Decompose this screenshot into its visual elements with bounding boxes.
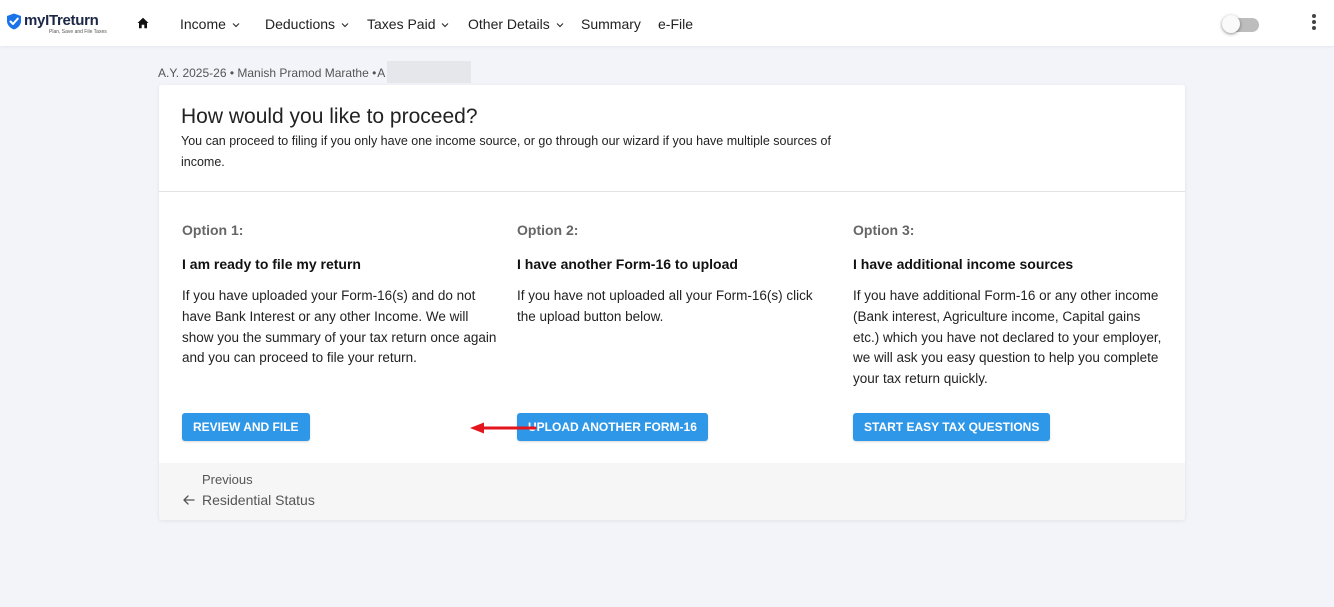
kebab-menu-icon[interactable]: [1306, 14, 1322, 34]
option-3: Option 3: I have additional income sourc…: [853, 222, 1168, 390]
previous-label: Previous: [202, 472, 253, 487]
nav-e-file[interactable]: e-File: [658, 16, 693, 32]
brand-name: myITreturn: [24, 12, 99, 29]
breadcrumb-redacted-initial: A: [377, 66, 386, 80]
page-subtitle: You can proceed to filing if you only ha…: [181, 134, 831, 169]
option-label: Option 3:: [853, 222, 915, 238]
review-and-file-button[interactable]: REVIEW AND FILE: [182, 413, 310, 441]
option-description: If you have additional Form-16 or any ot…: [853, 288, 1162, 387]
proceed-options-card: How would you like to proceed? You can p…: [159, 85, 1185, 520]
nav-summary[interactable]: Summary: [581, 16, 641, 32]
start-easy-tax-questions-button[interactable]: START EASY TAX QUESTIONS: [853, 413, 1051, 441]
theme-toggle-switch[interactable]: [1222, 15, 1260, 33]
previous-step-link[interactable]: Residential Status: [183, 492, 315, 508]
card-header: How would you like to proceed? You can p…: [159, 85, 1185, 192]
chevron-down-icon: [556, 22, 564, 27]
chevron-down-icon: [442, 22, 449, 27]
nav-income[interactable]: Income: [180, 16, 240, 32]
breadcrumb-text: A.Y. 2025-26 • Manish Pramod Marathe •: [158, 66, 377, 80]
home-icon[interactable]: [137, 17, 149, 29]
arrow-left-icon: [183, 495, 195, 505]
option-label: Option 2:: [517, 222, 579, 238]
brand-logo[interactable]: myITreturn Plan, Save and File Taxes: [6, 13, 107, 35]
option-heading: I am ready to file my return: [182, 256, 361, 272]
chevron-down-icon: [341, 22, 349, 27]
brand-tagline: Plan, Save and File Taxes: [49, 29, 107, 35]
option-description: If you have uploaded your Form-16(s) and…: [182, 288, 497, 366]
nav-deductions[interactable]: Deductions: [265, 16, 349, 32]
annotation-arrow-icon: [470, 422, 537, 434]
top-navigation-bar: myITreturn Plan, Save and File Taxes Inc…: [0, 0, 1334, 46]
option-description: If you have not uploaded all your Form-1…: [517, 288, 813, 324]
nav-other-details[interactable]: Other Details: [468, 16, 564, 32]
option-label: Option 1:: [182, 222, 244, 238]
card-footer: Previous Residential Status: [159, 463, 1185, 520]
redacted-block: [387, 61, 472, 83]
upload-another-form16-button[interactable]: UPLOAD ANOTHER FORM-16: [517, 413, 708, 441]
breadcrumb: A.Y. 2025-26 • Manish Pramod Marathe • A: [158, 61, 472, 83]
page-title: How would you like to proceed?: [181, 105, 478, 128]
option-1: Option 1: I am ready to file my return I…: [182, 222, 497, 369]
option-heading: I have additional income sources: [853, 256, 1074, 272]
chevron-down-icon: [232, 22, 240, 27]
option-2: Option 2: I have another Form-16 to uplo…: [517, 222, 832, 328]
shield-check-icon: [7, 13, 21, 30]
nav-taxes-paid[interactable]: Taxes Paid: [367, 16, 449, 32]
option-heading: I have another Form-16 to upload: [517, 256, 738, 272]
